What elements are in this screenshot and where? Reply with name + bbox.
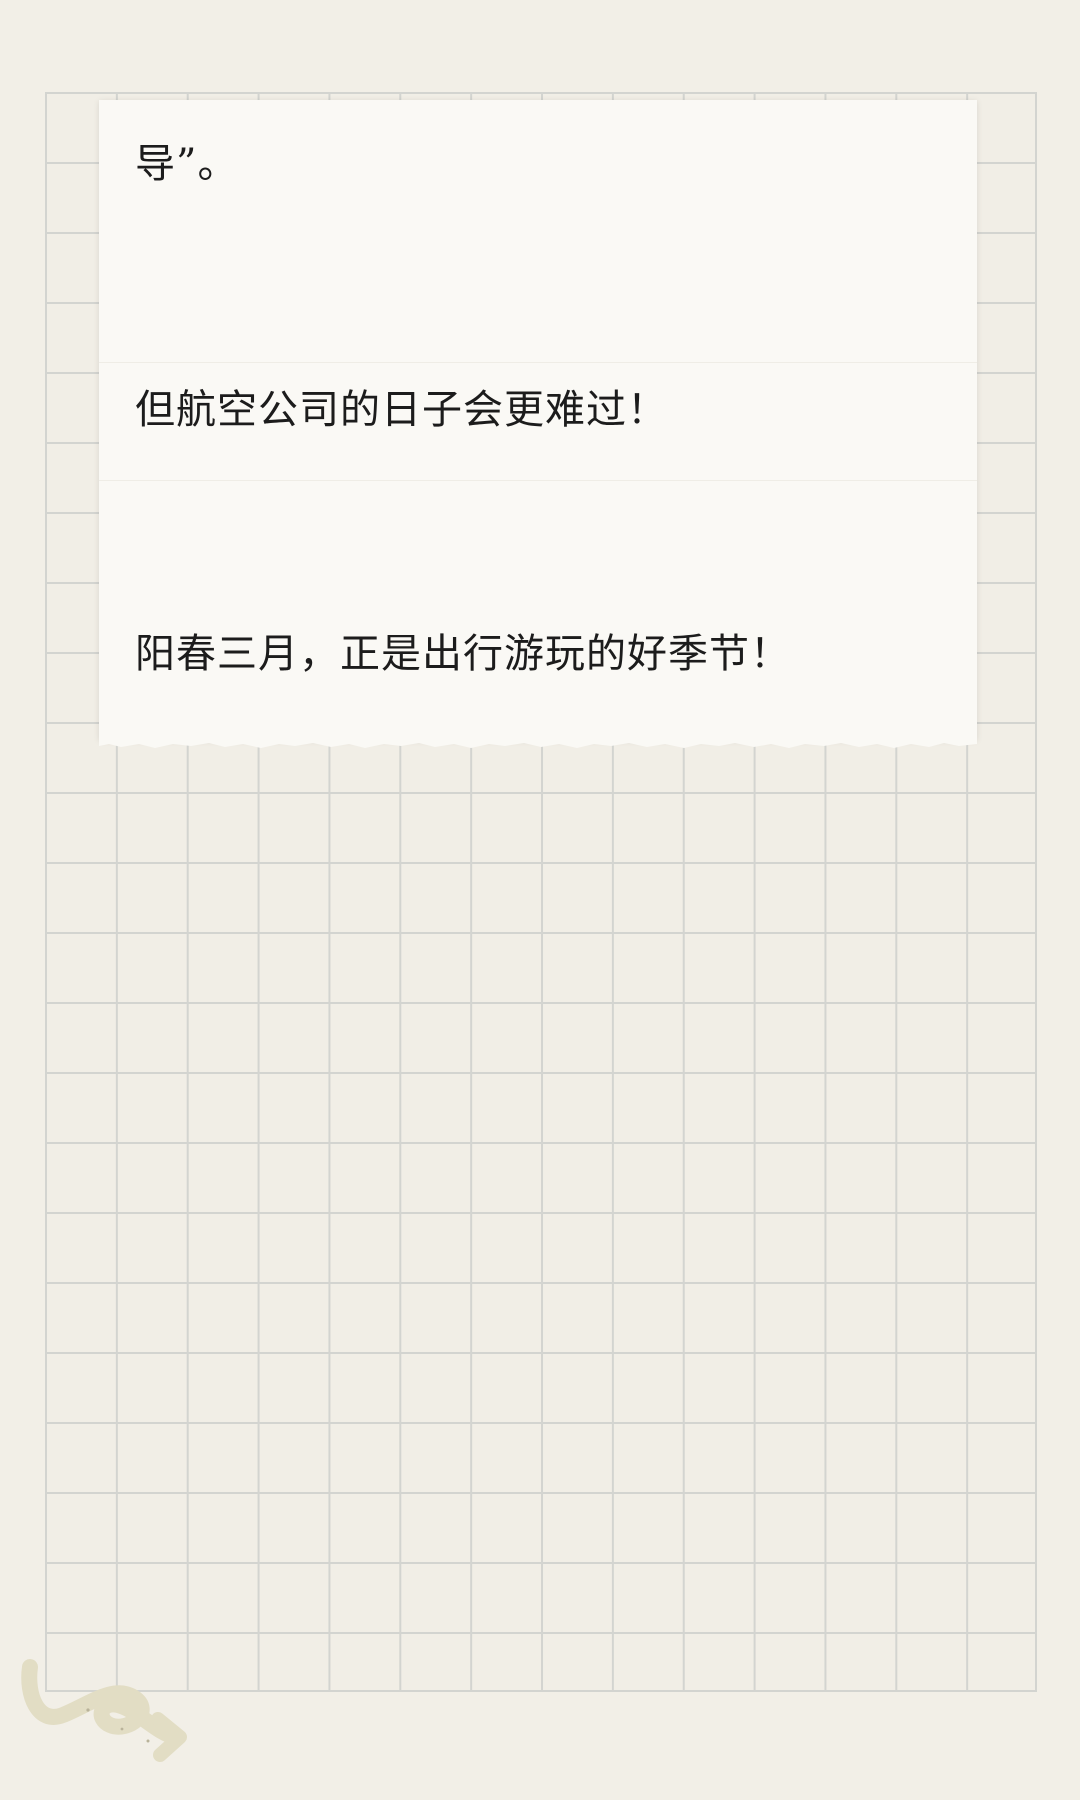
note-line-2: 但航空公司的日子会更难过！ <box>135 387 668 433</box>
note-card: 导”。 但航空公司的日子会更难过！ 阳春三月，正是出行游玩的好季节！ <box>99 100 977 748</box>
divider <box>99 480 977 481</box>
note-line-1: 导”。 <box>135 141 239 187</box>
torn-paper-edge <box>99 738 977 748</box>
divider <box>99 362 977 363</box>
squiggle-arrow-icon <box>21 1659 187 1762</box>
note-line-3: 阳春三月，正是出行游玩的好季节！ <box>135 631 791 677</box>
